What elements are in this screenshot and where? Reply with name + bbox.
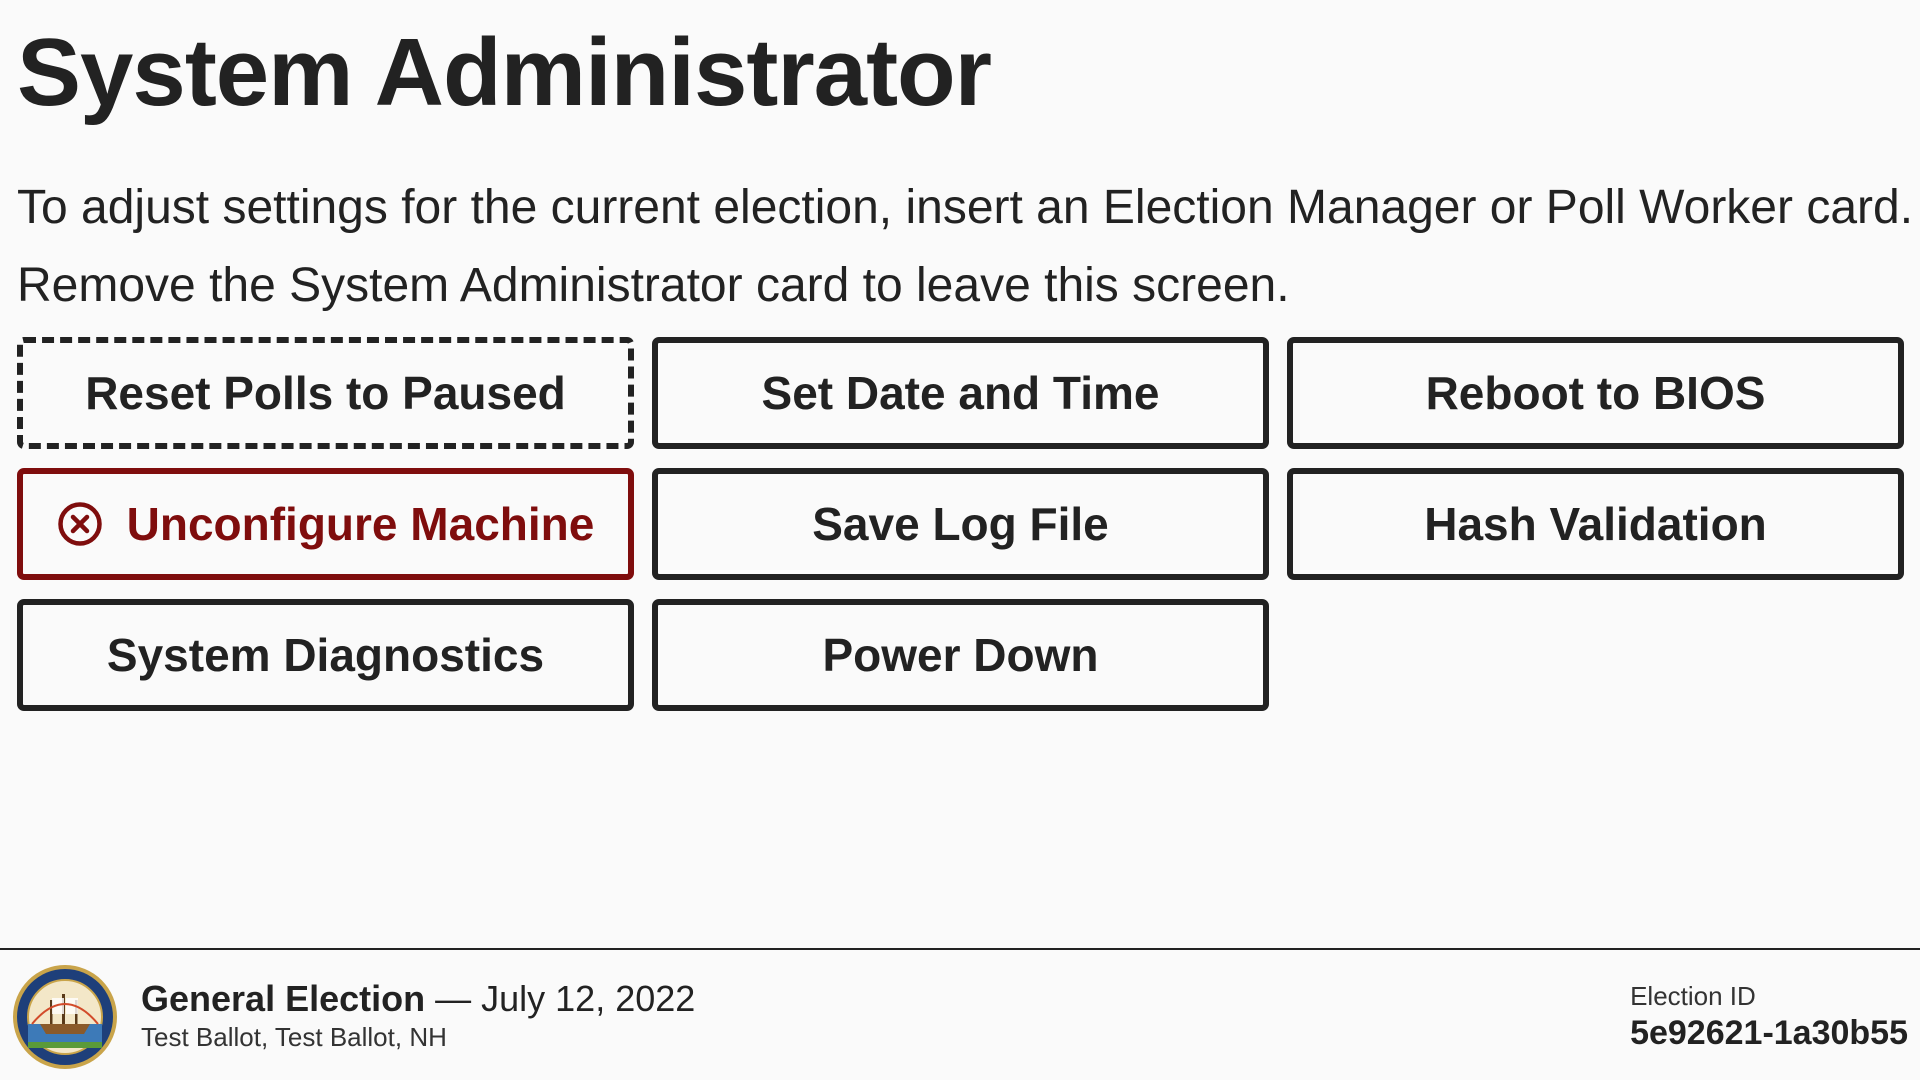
ballot-info: Test Ballot, Test Ballot, NH: [141, 1022, 447, 1052]
circle-x-icon: [57, 501, 103, 547]
election-date: July 12, 2022: [481, 978, 696, 1019]
election-id-label: Election ID: [1630, 981, 1756, 1011]
set-date-time-button[interactable]: Set Date and Time: [652, 337, 1269, 449]
main-content: System Administrator To adjust settings …: [0, 0, 1920, 948]
hash-validation-button[interactable]: Hash Validation: [1287, 468, 1904, 580]
system-diagnostics-button[interactable]: System Diagnostics: [17, 599, 634, 711]
election-separator: —: [425, 978, 482, 1019]
election-name: General Election: [141, 978, 426, 1019]
reset-polls-button[interactable]: Reset Polls to Paused: [17, 337, 634, 449]
election-title: General Election — July 12, 2022: [141, 977, 695, 1021]
election-info-bar: General Election — July 12, 2022 Test Ba…: [0, 948, 1920, 1080]
unconfigure-machine-button[interactable]: Unconfigure Machine: [17, 468, 634, 580]
reboot-bios-button[interactable]: Reboot to BIOS: [1287, 337, 1904, 449]
election-id-block: Election ID 5e92621-1a30b55: [1630, 980, 1908, 1054]
instruction-text: To adjust settings for the current elect…: [17, 181, 1914, 234]
remove-card-text: Remove the System Administrator card to …: [17, 259, 1290, 312]
page-title: System Administrator: [17, 19, 992, 126]
unconfigure-machine-label: Unconfigure Machine: [126, 498, 595, 550]
power-down-button[interactable]: Power Down: [652, 599, 1269, 711]
save-log-file-button[interactable]: Save Log File: [652, 468, 1269, 580]
state-seal-icon: [12, 964, 118, 1070]
admin-actions-grid: Reset Polls to Paused Set Date and Time …: [17, 337, 1904, 711]
election-id-value: 5e92621-1a30b55: [1630, 1014, 1908, 1052]
